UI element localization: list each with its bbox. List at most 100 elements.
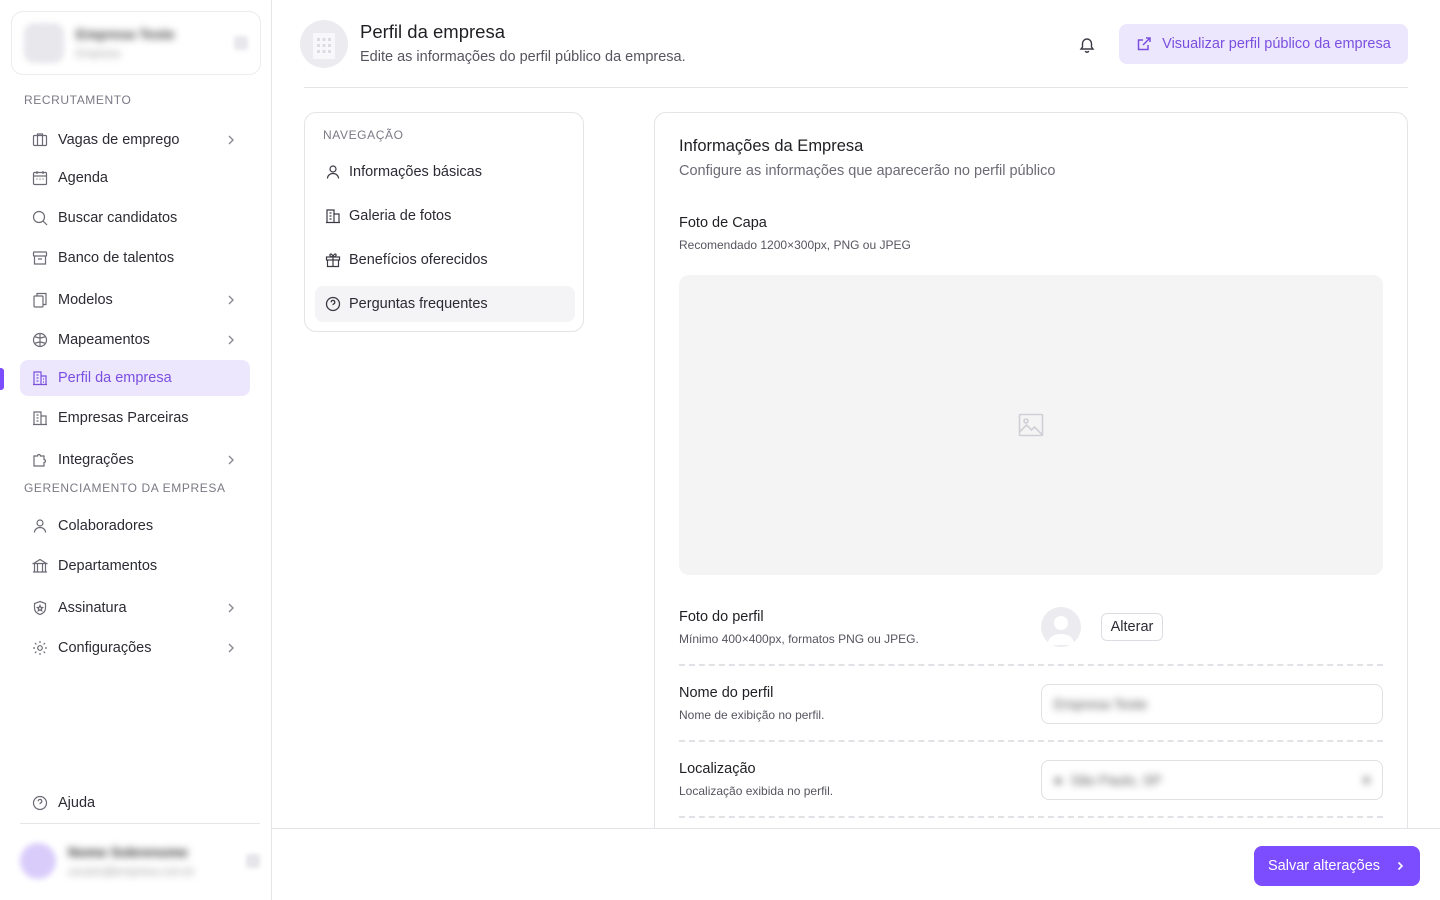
sidebar-item-integrations[interactable]: Integrações (20, 442, 250, 478)
notifications-button[interactable] (1076, 34, 1098, 56)
help-icon (325, 296, 341, 312)
sidebar-item-label: Banco de talentos (58, 250, 175, 266)
subnav-item-photo-gallery[interactable]: Galeria de fotos (315, 198, 575, 234)
sidebar-item-subscription[interactable]: Assinatura (20, 590, 250, 626)
gear-icon (32, 640, 48, 656)
cover-photo-hint: Recomendado 1200×300px, PNG ou JPEG (679, 238, 911, 252)
chevron-updown-icon (234, 36, 248, 50)
sidebar-item-collaborators[interactable]: Colaboradores (20, 508, 250, 544)
sidebar-item-templates[interactable]: Modelos (20, 282, 250, 318)
page-title: Perfil da empresa (360, 21, 505, 42)
sidebar-item-settings[interactable]: Configurações (20, 630, 250, 666)
bank-icon (32, 558, 48, 574)
puzzle-icon (32, 452, 48, 468)
view-public-profile-button[interactable]: Visualizar perfil público da empresa (1119, 24, 1408, 64)
sidebar-item-jobs[interactable]: Vagas de emprego (20, 122, 250, 158)
profile-photo-label: Foto do perfil (679, 609, 764, 625)
search-icon (32, 210, 48, 226)
subnav-item-benefits[interactable]: Benefícios oferecidos (315, 242, 575, 278)
subnav-item-basic-info[interactable]: Informações básicas (315, 154, 575, 190)
shield-icon (32, 600, 48, 616)
chevron-right-icon (224, 133, 238, 147)
view-public-profile-label: Visualizar perfil público da empresa (1162, 36, 1391, 52)
section-label-recruitment: RECRUTAMENTO (24, 93, 132, 107)
location-pin-icon: ● (1054, 772, 1063, 788)
subnav-item-faq[interactable]: Perguntas frequentes (315, 286, 575, 322)
org-switcher[interactable]: Empresa Teste Empresa (11, 11, 261, 75)
section-navigation: NAVEGAÇÃO Informações básicas Galeria de… (304, 112, 584, 332)
sidebar-item-label: Ajuda (58, 795, 96, 811)
divider (679, 664, 1383, 666)
cover-photo-upload[interactable] (679, 275, 1383, 575)
brain-icon (32, 332, 48, 348)
company-info-card: Informações da Empresa Configure as info… (654, 112, 1408, 900)
calendar-icon (32, 170, 48, 186)
building-icon (313, 33, 335, 59)
org-avatar (24, 23, 64, 63)
sidebar-item-label: Configurações (58, 640, 152, 656)
avatar (20, 843, 56, 879)
sidebar-item-agenda[interactable]: Agenda (20, 160, 250, 196)
profile-name-label: Nome do perfil (679, 685, 774, 701)
chevron-down-icon: ▾ (1362, 771, 1370, 788)
sidebar-item-label: Perfil da empresa (58, 370, 172, 386)
profile-name-hint: Nome de exibição no perfil. (679, 708, 825, 722)
profile-name-input[interactable]: Empresa Teste (1041, 684, 1383, 724)
cover-photo-label: Foto de Capa (679, 215, 767, 231)
section-title: Informações da Empresa (679, 137, 864, 155)
sidebar-item-label: Mapeamentos (58, 332, 150, 348)
profile-photo-hint: Mínimo 400×400px, formatos PNG ou JPEG. (679, 632, 919, 646)
location-label: Localização (679, 761, 756, 777)
subnav-item-label: Perguntas frequentes (349, 296, 488, 312)
footer-bar: Salvar alterações (272, 828, 1440, 900)
sidebar-item-label: Assinatura (58, 600, 127, 616)
location-select[interactable]: ● São Paulo, SP ▾ (1041, 760, 1383, 800)
gift-icon (325, 252, 341, 268)
sidebar-item-mappings[interactable]: Mapeamentos (20, 322, 250, 358)
user-email: usuario@empresa.com.br (68, 866, 195, 878)
location-value: São Paulo, SP (1070, 772, 1162, 788)
save-changes-label: Salvar alterações (1267, 858, 1381, 874)
sidebar-item-departments[interactable]: Departamentos (20, 548, 250, 584)
archive-icon (32, 250, 48, 266)
subnav-item-label: Galeria de fotos (349, 208, 452, 224)
chevron-right-icon (224, 293, 238, 307)
copy-icon (32, 292, 48, 308)
building-icon (32, 410, 48, 426)
sidebar-item-label: Buscar candidatos (58, 210, 178, 226)
image-icon (1018, 413, 1044, 437)
sidebar-item-help[interactable]: Ajuda (20, 785, 250, 821)
profile-name-value: Empresa Teste (1054, 696, 1148, 712)
sidebar-item-label: Modelos (58, 292, 113, 308)
sidebar: Empresa Teste Empresa RECRUTAMENTO Vagas… (0, 0, 272, 900)
sidebar-item-search-candidates[interactable]: Buscar candidatos (20, 200, 250, 236)
subnav-item-label: Informações básicas (349, 164, 482, 180)
navigation-label: NAVEGAÇÃO (323, 128, 404, 142)
chevron-updown-icon (246, 854, 260, 868)
external-link-icon (1137, 37, 1151, 51)
sidebar-item-label: Integrações (58, 452, 134, 468)
company-avatar (300, 20, 348, 68)
sidebar-item-label: Departamentos (58, 558, 158, 574)
subnav-item-label: Benefícios oferecidos (349, 252, 488, 268)
location-hint: Localização exibida no perfil. (679, 784, 834, 798)
divider (679, 740, 1383, 742)
user-icon (32, 518, 48, 534)
user-menu[interactable]: Nome Sobrenome usuario@empresa.com.br (20, 838, 260, 884)
help-icon (32, 795, 48, 811)
divider (679, 816, 1383, 818)
header-divider (304, 87, 1408, 88)
section-label-management: GERENCIAMENTO DA EMPRESA (24, 481, 226, 495)
briefcase-icon (32, 132, 48, 148)
sidebar-item-talent-bank[interactable]: Banco de talentos (20, 240, 250, 276)
user-placeholder-icon (1047, 616, 1075, 645)
save-changes-button[interactable]: Salvar alterações (1254, 846, 1420, 886)
sidebar-item-partner-companies[interactable]: Empresas Parceiras (20, 400, 250, 436)
change-photo-button[interactable]: Alterar (1101, 613, 1163, 641)
sidebar-item-label: Empresas Parceiras (58, 410, 189, 426)
sidebar-item-label: Agenda (58, 170, 108, 186)
bell-icon (1079, 38, 1095, 53)
sidebar-item-company-profile[interactable]: Perfil da empresa (20, 360, 250, 396)
chevron-right-icon (224, 641, 238, 655)
page-subtitle: Edite as informações do perfil público d… (360, 49, 686, 65)
